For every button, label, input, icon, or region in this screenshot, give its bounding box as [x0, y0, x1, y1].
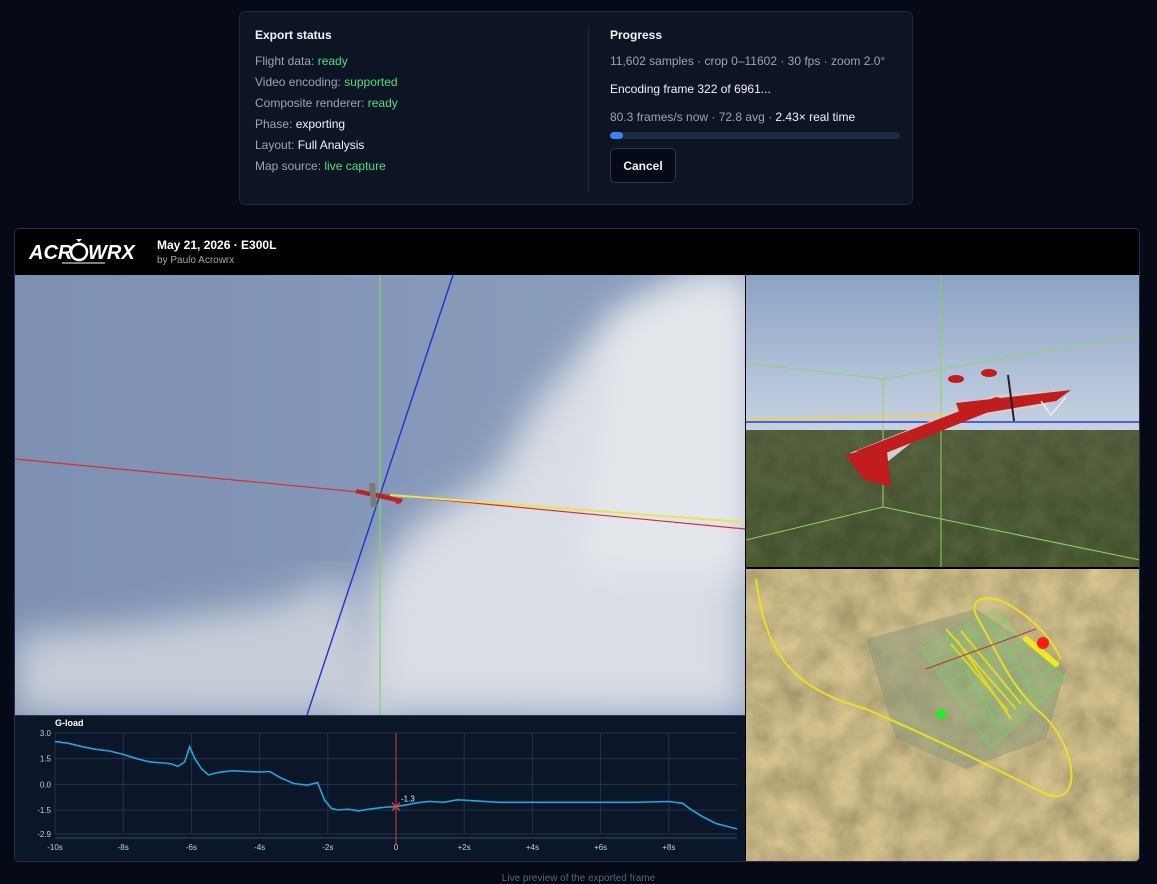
- status-item: Map source: live capture: [255, 159, 575, 180]
- encoding-rate: 80.3 frames/s now · 72.8 avg · 2.43× rea…: [610, 110, 900, 132]
- g-load-chart: G-load 3.0 1.5 0.0 -1.5 -2.9 -10s -8s -6s -4s -2s…: [15, 715, 745, 861]
- main-view-scene: [15, 275, 745, 715]
- svg-text:ACR: ACR: [29, 242, 73, 264]
- status-value: ready: [317, 54, 348, 68]
- chase-3d-view[interactable]: [746, 275, 1139, 567]
- x-tick-label: +8s: [662, 843, 675, 852]
- main-3d-view[interactable]: [15, 275, 745, 715]
- x-tick-label: +6s: [594, 843, 607, 852]
- export-status-panel: Export status Flight data: ready Video en…: [239, 11, 913, 205]
- chart-plot: 3.0 1.5 0.0 -1.5 -2.9 -10s -8s -6s -4s -2s 0 +2s +4s…: [37, 729, 738, 852]
- status-item: Composite renderer: ready: [255, 96, 575, 117]
- y-tick-label: -1.5: [37, 806, 51, 815]
- svg-text:WRX: WRX: [88, 242, 136, 264]
- column-divider: [588, 26, 589, 192]
- progress-title: Progress: [610, 28, 663, 42]
- map-view[interactable]: [746, 569, 1139, 861]
- x-tick-label: -8s: [118, 843, 129, 852]
- cancel-button[interactable]: Cancel: [610, 148, 676, 183]
- x-tick-label: -2s: [322, 843, 333, 852]
- progress-bar: [610, 132, 900, 139]
- y-tick-label: -2.9: [37, 830, 51, 839]
- status-label: Phase:: [255, 117, 296, 131]
- chart-title: G-load: [55, 718, 84, 728]
- export-status-title: Export status: [255, 28, 332, 42]
- chase-view-scene: [746, 275, 1139, 567]
- realtime-text: 2.43× real time: [775, 110, 856, 124]
- cursor-value-label: -1.3: [401, 795, 415, 804]
- x-tick-label: 0: [394, 843, 399, 852]
- x-tick-label: -10s: [47, 843, 63, 852]
- x-tick-label: +4s: [526, 843, 539, 852]
- acrowrx-logo: ACR WRX: [29, 239, 136, 264]
- progress-column: Progress 11,602 samples · crop 0–11602 ·…: [610, 28, 900, 183]
- x-tick-label: -6s: [186, 843, 197, 852]
- y-tick-label: 0.0: [40, 780, 52, 789]
- status-value: ready: [367, 96, 398, 110]
- map-scene: [746, 569, 1139, 861]
- status-value: supported: [344, 75, 398, 89]
- status-item: Phase: exporting: [255, 117, 575, 138]
- preview-header: ACR WRX May 21, 2026 · E300L by Paulo Ac…: [15, 229, 1139, 276]
- flight-title: May 21, 2026 · E300L: [157, 238, 277, 252]
- status-list: Flight data: ready Video encoding: suppor…: [255, 54, 575, 180]
- status-value: Full Analysis: [297, 138, 365, 152]
- status-item: Layout: Full Analysis: [255, 138, 575, 159]
- progress-bar-fill: [610, 132, 624, 139]
- export-status-column: Export status Flight data: ready Video en…: [255, 28, 575, 180]
- status-item: Flight data: ready: [255, 54, 575, 75]
- status-label: Composite renderer:: [255, 96, 368, 110]
- status-label: Map source:: [255, 159, 325, 173]
- export-preview: ACR WRX May 21, 2026 · E300L by Paulo Ac…: [14, 228, 1140, 862]
- status-label: Video encoding:: [255, 75, 345, 89]
- encoding-status: Encoding frame 322 of 6961...: [610, 82, 771, 96]
- start-marker: [936, 709, 946, 719]
- status-value: live capture: [324, 159, 386, 173]
- y-tick-label: 1.5: [40, 755, 52, 764]
- status-label: Flight data:: [255, 54, 318, 68]
- pilot-name: by Paulo Acrowrx: [157, 255, 235, 266]
- aircraft-position-marker: [1037, 637, 1049, 649]
- x-tick-label: -4s: [254, 843, 265, 852]
- x-tick-label: +2s: [458, 843, 471, 852]
- status-label: Layout:: [255, 138, 298, 152]
- progress-meta: 11,602 samples · crop 0–11602 · 30 fps ·…: [610, 54, 886, 68]
- footer-note: Live preview of the exported frame: [501, 873, 656, 884]
- rate-text: 80.3 frames/s now · 72.8 avg ·: [610, 110, 776, 124]
- status-item: Video encoding: supported: [255, 75, 575, 96]
- status-value: exporting: [295, 117, 346, 131]
- y-tick-label: 3.0: [40, 729, 52, 738]
